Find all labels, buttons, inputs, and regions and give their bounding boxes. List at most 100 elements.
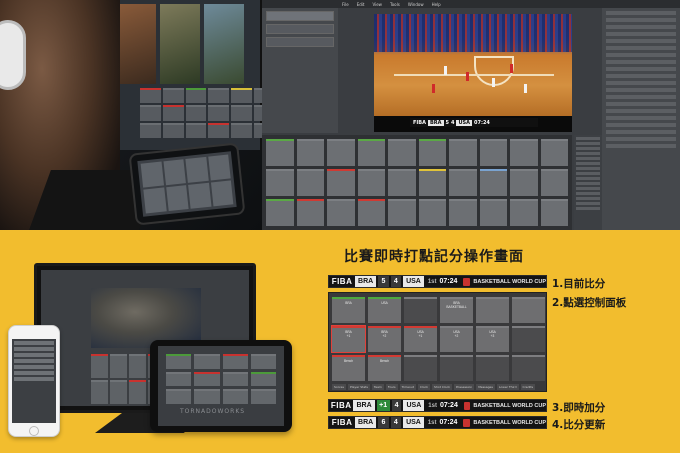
menu-edit[interactable]: Edit — [357, 2, 365, 7]
broadcast-software-window: File Edit View Tools Window Help FIBA BR… — [262, 0, 680, 230]
panel-tab[interactable]: Possession — [453, 383, 475, 390]
control-button[interactable] — [357, 169, 385, 196]
control-button[interactable] — [540, 169, 568, 196]
control-button[interactable] — [357, 199, 385, 226]
control-button[interactable] — [388, 199, 416, 226]
scene-item[interactable] — [266, 37, 334, 47]
game-clock: 07:24 — [439, 278, 458, 285]
scene-item[interactable] — [266, 24, 334, 34]
control-button[interactable] — [357, 139, 385, 166]
menu-window[interactable]: Window — [408, 2, 424, 7]
quarter-label: 1st — [427, 419, 437, 426]
page-title: 比賽即時打點記分操作畫面 — [344, 249, 524, 265]
menu-help[interactable]: Help — [432, 2, 441, 7]
scoreboard-current: FIBA BRA 5 4 USA 1st 07:24 BASKETBALL WO… — [328, 275, 547, 288]
league-logo-icon — [463, 401, 471, 410]
control-button[interactable] — [266, 199, 294, 226]
panel-tile[interactable]: USA +1 — [404, 326, 437, 352]
control-button[interactable] — [266, 169, 294, 196]
team2-name: USA — [456, 119, 472, 126]
control-button[interactable] — [418, 139, 446, 166]
panel-tile[interactable] — [476, 355, 509, 381]
panel-tile[interactable]: Bench — [332, 355, 365, 381]
scene-item[interactable] — [266, 11, 334, 21]
step-label-4: 4.比分更新 — [552, 419, 606, 431]
game-clock: 07:24 — [439, 419, 458, 426]
monitor-video-1 — [116, 4, 156, 84]
panel-tile[interactable]: USA +3 — [476, 326, 509, 352]
panel-tile[interactable]: USA — [368, 297, 401, 323]
panel-tab[interactable]: Player Stats — [347, 383, 370, 390]
control-button[interactable] — [327, 169, 355, 196]
team1-score: 5 — [445, 119, 449, 126]
team1-name: BRA — [353, 400, 375, 411]
control-button[interactable] — [449, 169, 477, 196]
step-label-1: 1.目前比分 — [552, 278, 606, 290]
control-button[interactable] — [510, 199, 538, 226]
control-button[interactable] — [388, 169, 416, 196]
team2-score: 4 — [390, 417, 402, 428]
panel-tile[interactable] — [512, 297, 545, 323]
control-button[interactable] — [296, 169, 324, 196]
control-button[interactable] — [388, 139, 416, 166]
panel-tab[interactable]: Lower Third — [496, 383, 519, 390]
control-button[interactable] — [327, 199, 355, 226]
panel-tile[interactable] — [404, 355, 437, 381]
panel-tab[interactable]: Clock — [417, 383, 431, 390]
panel-tile[interactable]: BRA — [332, 297, 365, 323]
panel-tile[interactable] — [440, 355, 473, 381]
properties-panel — [602, 8, 680, 230]
control-button[interactable] — [540, 139, 568, 166]
control-button[interactable] — [449, 139, 477, 166]
hero-banner: File Edit View Tools Window Help FIBA BR… — [0, 0, 680, 230]
panel-tile[interactable] — [512, 355, 545, 381]
panel-tile[interactable]: BRA +2 — [368, 326, 401, 352]
team1-score: 6 — [378, 417, 389, 428]
panel-tab[interactable]: Scores — [332, 383, 346, 390]
control-button[interactable] — [449, 199, 477, 226]
control-button[interactable] — [418, 199, 446, 226]
panel-tab[interactable]: Timeout — [399, 383, 416, 390]
panel-tab[interactable]: Team — [371, 383, 384, 390]
fiba-logo-text: FIBA — [413, 119, 426, 126]
panel-tile[interactable]: USA +2 — [440, 326, 473, 352]
device-logo: TORNADOWORKS — [180, 408, 246, 415]
menu-view[interactable]: View — [372, 2, 382, 7]
team1-name: BRA — [427, 119, 444, 126]
control-button[interactable] — [479, 169, 507, 196]
menu-tools[interactable]: Tools — [390, 2, 400, 7]
control-button[interactable] — [510, 139, 538, 166]
league-name: BASKETBALL WORLD CUP — [473, 402, 546, 409]
panel-tile[interactable] — [476, 297, 509, 323]
panel-tab[interactable]: Credits — [520, 383, 536, 390]
handheld-tablet — [128, 142, 246, 226]
game-clock: 07:24 — [474, 119, 490, 126]
control-button[interactable] — [540, 199, 568, 226]
panel-tile[interactable]: BRA BASKETBALL — [440, 297, 473, 323]
panel-tile[interactable]: Bench — [368, 355, 401, 381]
team2-score: 4 — [450, 119, 455, 126]
fiba-logo: FIBA — [331, 277, 353, 286]
devices-illustration: TORNADOWORKS — [0, 230, 330, 453]
control-button[interactable] — [418, 169, 446, 196]
control-button[interactable] — [296, 199, 324, 226]
panel-tab[interactable]: Shot Clock — [432, 383, 452, 390]
control-button[interactable] — [479, 139, 507, 166]
control-button[interactable] — [296, 139, 324, 166]
control-button[interactable] — [479, 199, 507, 226]
control-button[interactable] — [266, 139, 294, 166]
headphone-icon — [0, 20, 26, 90]
team2-score: 4 — [390, 276, 402, 287]
layer-list — [574, 135, 602, 230]
panel-tab[interactable]: Messages — [476, 383, 495, 390]
control-button[interactable] — [510, 169, 538, 196]
panel-tile[interactable] — [404, 297, 437, 323]
panel-tile[interactable] — [512, 326, 545, 352]
control-panel-grid: BRA USA BRA BASKETBALL BRA +1 BRA +2 USA… — [331, 297, 545, 381]
control-button[interactable] — [327, 139, 355, 166]
menu-file[interactable]: File — [342, 2, 349, 7]
panel-tab[interactable]: Fouls — [385, 383, 398, 390]
team1-name: BRA — [355, 417, 377, 428]
operator-photo — [0, 0, 320, 230]
panel-tile-selected[interactable]: BRA +1 — [331, 325, 366, 353]
